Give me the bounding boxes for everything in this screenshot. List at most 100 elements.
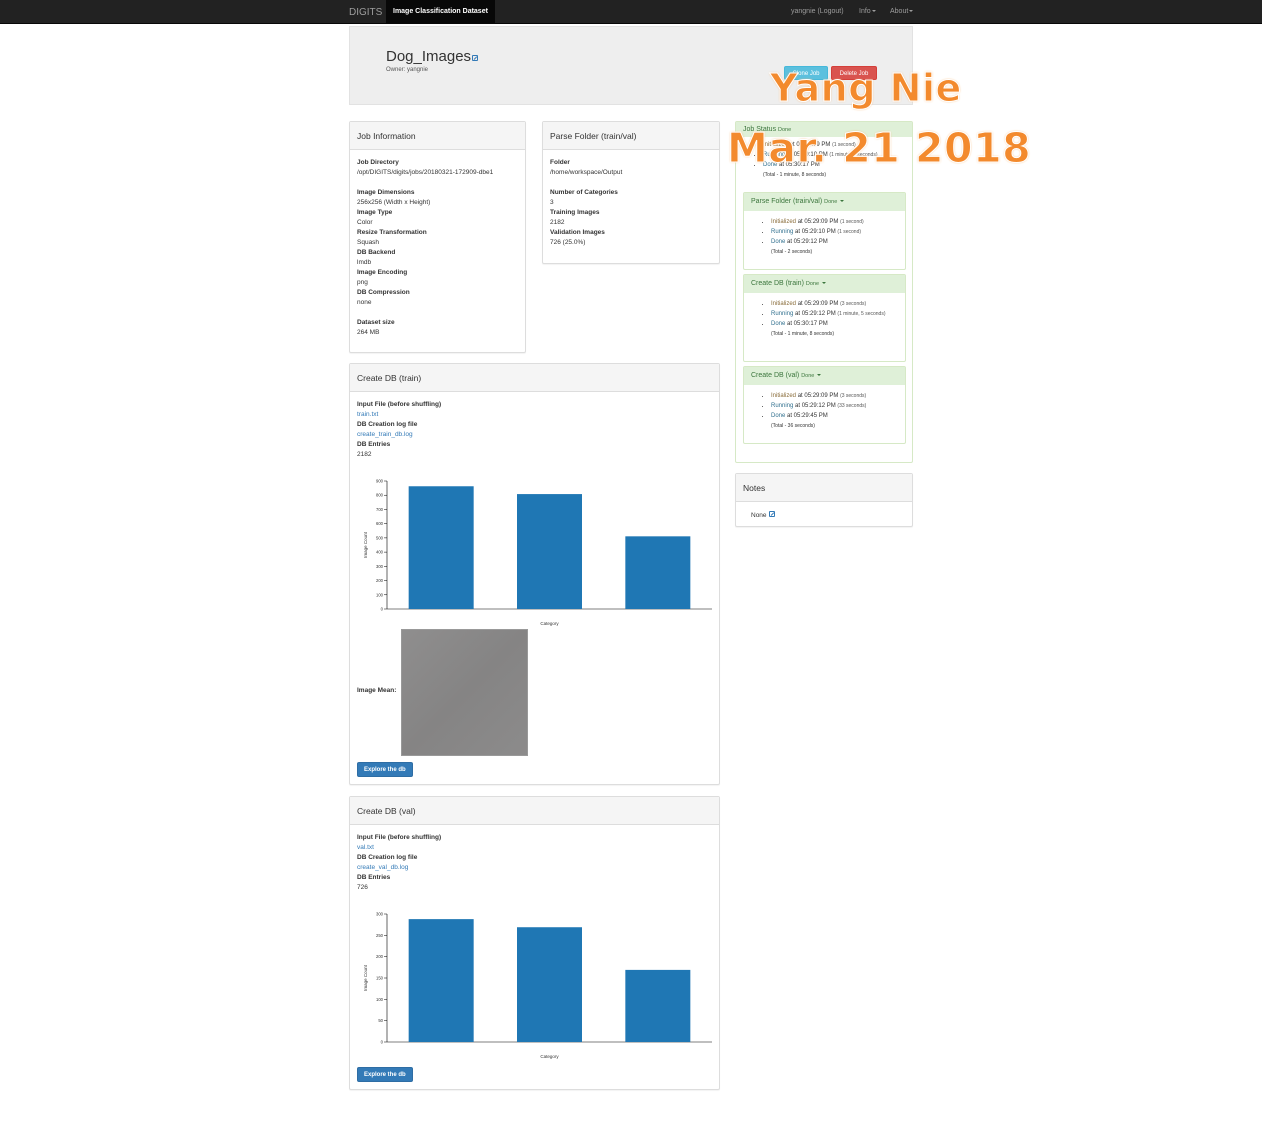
- top-navbar: DIGITS Image Classification Dataset yang…: [0, 0, 1262, 24]
- y-tick-label: 150: [376, 976, 384, 981]
- event-duration: (3 seconds): [840, 393, 867, 399]
- caret-down-icon: [909, 10, 914, 13]
- task-total: (Total - 36 seconds): [771, 423, 815, 429]
- task-heading[interactable]: Create DB (train) Done: [744, 275, 905, 293]
- field-label: Folder: [550, 159, 570, 166]
- chart-bar: [517, 927, 582, 1042]
- event-time: at 05:29:09 PM: [797, 219, 839, 225]
- field-label: Job Directory: [357, 159, 399, 166]
- caret-down-icon: [840, 200, 845, 203]
- event-label: Done: [771, 413, 786, 419]
- db-entries-label: DB Entries: [357, 874, 391, 881]
- task-events: Initialized at 05:29:09 PM (3 seconds) R…: [744, 293, 905, 329]
- event-time: at 05:29:09 PM: [797, 393, 839, 399]
- y-tick-label: 200: [376, 578, 384, 583]
- explore-db-button[interactable]: Explore the db: [357, 762, 413, 777]
- job-owner: Owner: yangnie: [386, 67, 429, 73]
- info-menu[interactable]: Info: [859, 0, 876, 24]
- user-logout-link[interactable]: yangnie (Logout): [791, 0, 844, 24]
- y-tick-label: 700: [376, 507, 384, 512]
- field-label: DB Compression: [357, 289, 410, 296]
- event-time: at 05:29:12 PM: [795, 311, 836, 317]
- task-events: Initialized at 05:29:09 PM (3 seconds) R…: [744, 385, 905, 421]
- edit-icon[interactable]: [769, 511, 776, 517]
- task-panel-parse-folder: Parse Folder (train/val) Done Initialize…: [743, 192, 906, 270]
- about-menu[interactable]: About: [890, 0, 914, 24]
- event-label: Initialized: [771, 393, 797, 399]
- event-duration: (33 seconds): [837, 403, 867, 409]
- task-events: Initialized at 05:29:09 PM (1 second) Ru…: [744, 211, 905, 247]
- event-item: Running at 05:29:10 PM (1 second): [771, 227, 905, 237]
- y-tick-label: 250: [376, 933, 384, 938]
- field-label: Validation Images: [550, 229, 605, 236]
- caret-down-icon: [871, 10, 876, 13]
- log-file-link[interactable]: create_train_db.log: [357, 430, 712, 440]
- y-tick-label: 0: [381, 607, 384, 612]
- y-tick-label: 300: [376, 912, 384, 917]
- x-axis-label: Category: [540, 1054, 559, 1059]
- image-mean-label: Image Mean:: [357, 687, 397, 694]
- event-label: Running: [771, 229, 794, 235]
- create-db-train-panel: Create DB (train) Input File (before shu…: [349, 363, 720, 785]
- notes-body: None: [736, 502, 912, 528]
- input-file-label: Input File (before shuffling): [357, 401, 442, 408]
- input-file-link[interactable]: train.txt: [357, 410, 712, 420]
- edit-icon[interactable]: [472, 55, 479, 61]
- log-file-label: DB Creation log file: [357, 421, 418, 428]
- field-label: Image Type: [357, 209, 393, 216]
- create-db-val-panel: Create DB (val) Input File (before shuff…: [349, 796, 720, 1090]
- chart-bar: [408, 919, 474, 1042]
- task-total: (Total - 2 seconds): [771, 249, 813, 255]
- field-label: DB Backend: [357, 249, 396, 256]
- field-value: /home/workspace/Output: [550, 169, 623, 176]
- task-title: Create DB (val): [751, 372, 800, 379]
- explore-db-button[interactable]: Explore the db: [357, 1067, 413, 1082]
- event-label: Initialized: [771, 219, 797, 225]
- train-category-chart: 0 100 200 300 400 500 600 700 800 900 Category Imag…: [363, 479, 712, 626]
- task-heading[interactable]: Create DB (val) Done: [744, 367, 905, 385]
- field-label: Number of Categories: [550, 189, 618, 196]
- brand-link[interactable]: DIGITS: [349, 7, 382, 18]
- watermark-name: Yang Nie: [770, 66, 962, 111]
- event-label: Done: [771, 321, 786, 327]
- task-total: (Total - 1 minute, 8 seconds): [771, 331, 835, 337]
- event-label: Done: [771, 239, 786, 245]
- field-value: lmdb: [357, 259, 372, 266]
- chart-bar: [625, 536, 691, 609]
- panel-heading: Notes: [736, 474, 912, 502]
- field-value: 256x256 (Width x Height): [357, 199, 431, 206]
- field-value: Color: [357, 219, 373, 226]
- task-heading[interactable]: Parse Folder (train/val) Done: [744, 193, 905, 211]
- panel-heading: Job Information: [350, 122, 525, 150]
- field-label: Resize Transformation: [357, 229, 427, 236]
- task-state: Done: [801, 373, 815, 379]
- field-value: none: [357, 299, 372, 306]
- y-axis-label: Image Count: [363, 964, 368, 991]
- event-item: Running at 05:29:12 PM (33 seconds): [771, 401, 905, 411]
- y-tick-label: 400: [376, 550, 384, 555]
- info-menu-label: Info: [859, 8, 871, 15]
- field-value: Squash: [357, 239, 380, 246]
- y-tick-label: 100: [376, 997, 384, 1002]
- field-value: 726 (25.0%): [550, 239, 586, 246]
- panel-heading: Parse Folder (train/val): [543, 122, 719, 150]
- y-tick-label: 0: [381, 1040, 384, 1045]
- y-tick-label: 100: [376, 592, 384, 597]
- caret-down-icon: [821, 282, 826, 285]
- event-duration: (3 seconds): [840, 301, 867, 307]
- field-value: 264 MB: [357, 329, 380, 336]
- y-tick-label: 900: [376, 479, 384, 484]
- event-time: at 05:29:09 PM: [797, 301, 839, 307]
- job-status-panel: Job Status Done Initialized at 05:29:09 …: [735, 121, 913, 463]
- event-label: Running: [771, 403, 794, 409]
- log-file-link[interactable]: create_val_db.log: [357, 863, 712, 873]
- watermark-date: Mar. 21 2018: [726, 124, 1032, 173]
- event-time: at 05:30:17 PM: [787, 321, 828, 327]
- notes-value: None: [751, 512, 767, 519]
- field-label: Image Encoding: [357, 269, 408, 276]
- nav-active-tab[interactable]: Image Classification Dataset: [386, 0, 495, 24]
- y-tick-label: 200: [376, 954, 384, 959]
- chart-bar: [625, 969, 691, 1042]
- db-entries-value: 726: [357, 884, 368, 891]
- input-file-link[interactable]: val.txt: [357, 843, 712, 853]
